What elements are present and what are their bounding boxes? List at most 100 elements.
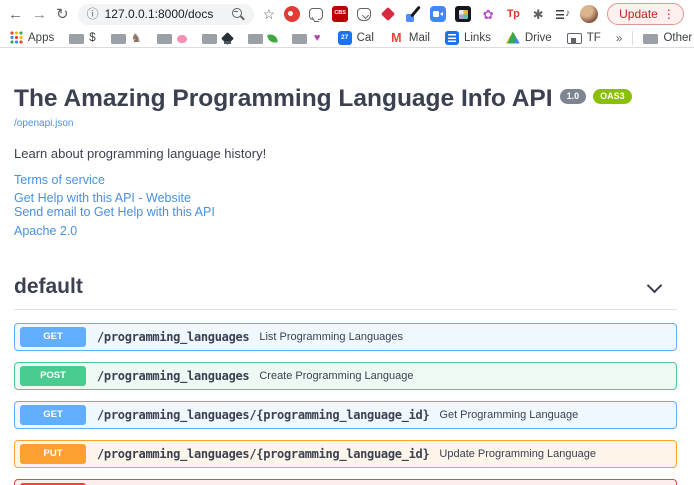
folder-icon — [248, 34, 263, 44]
bookmarks-items: Apps $27 Cal M Mail Links Drive TF — [10, 31, 601, 45]
endpoint-row[interactable]: GET/programming_languages/{programming_l… — [14, 401, 677, 429]
info-links: Terms of service Get Help with this API … — [14, 173, 677, 238]
tf-card-icon — [567, 33, 582, 44]
zoom-camera-extension-icon[interactable] — [430, 6, 446, 22]
endpoint-row[interactable]: DELETE/programming_languages/{programmin… — [14, 479, 677, 485]
oas3-badge: OAS3 — [593, 89, 632, 104]
contact-website-link[interactable]: Get Help with this API - Website — [14, 191, 677, 205]
bookmark-calendar[interactable]: 27 Cal — [338, 31, 374, 45]
red-circle-extension-icon[interactable] — [284, 6, 300, 22]
method-badge: POST — [20, 366, 86, 386]
endpoint-summary: Get Programming Language — [439, 409, 578, 421]
playlist-music-extension-icon[interactable]: ♪ — [555, 6, 571, 22]
purple-heart-emblem-icon — [312, 32, 323, 44]
links-list-icon — [445, 31, 459, 45]
endpoint-row[interactable]: PUT/programming_languages/{programming_l… — [14, 440, 677, 468]
bookmark-folder-brain[interactable] — [157, 32, 187, 44]
forward-arrow-icon[interactable]: → — [32, 7, 47, 22]
folder-icon — [157, 34, 172, 44]
swagger-content: The Amazing Programming Language Info AP… — [0, 48, 694, 485]
bookmark-label: $ — [89, 32, 95, 44]
tag-section-title: default — [14, 275, 83, 299]
folder-icon — [69, 34, 84, 44]
terms-of-service-link[interactable]: Terms of service — [14, 173, 677, 187]
bookmark-label: Drive — [525, 32, 552, 44]
bookmark-folder-purple-heart[interactable] — [292, 32, 323, 44]
grad-cap-emblem-icon — [222, 32, 233, 44]
calendar-icon: 27 — [338, 31, 352, 45]
method-badge: GET — [20, 327, 86, 347]
method-badge: GET — [20, 405, 86, 425]
extensions-row: CBS ✿ Tp ✱ ♪ — [284, 6, 571, 22]
bookmarks-bar: Apps $27 Cal M Mail Links Drive TF » Other Book… — [0, 28, 694, 48]
apps-grid-icon — [10, 31, 23, 44]
bookmark-label: Cal — [357, 32, 374, 44]
tag-section-header[interactable]: default — [14, 269, 677, 310]
gmail-m-icon: M — [389, 31, 404, 45]
api-description: Learn about programming language history… — [14, 146, 677, 161]
endpoint-row[interactable]: POST/programming_languagesCreate Program… — [14, 362, 677, 390]
method-badge: PUT — [20, 444, 86, 464]
eyedropper-extension-icon[interactable] — [405, 6, 421, 22]
bookmarks-right: » Other Bookmarks — [616, 31, 694, 45]
openapi-spec-link[interactable]: /openapi.json — [14, 118, 74, 129]
chevron-down-icon[interactable] — [643, 278, 667, 296]
contact-email-link[interactable]: Send email to Get Help with this API — [14, 205, 677, 219]
bookmark-links[interactable]: Links — [445, 31, 491, 45]
horse-emblem-icon — [131, 32, 142, 44]
bookmark-tf[interactable]: TF — [567, 32, 601, 44]
bookmark-folder-green-leaf[interactable] — [248, 32, 277, 44]
folder-icon — [643, 34, 658, 44]
bookmark-label: Mail — [409, 32, 430, 44]
version-badge: 1.0 — [560, 89, 587, 104]
back-arrow-icon[interactable]: ← — [8, 7, 23, 22]
bookmarks-divider — [632, 31, 633, 45]
endpoint-row[interactable]: GET/programming_languages List Programmin… — [14, 323, 677, 351]
pocket-extension-icon[interactable] — [357, 8, 371, 21]
address-bar[interactable]: ⓘ 127.0.0.1:8000/docs — [78, 4, 254, 25]
bookmark-apps[interactable]: Apps — [10, 31, 54, 44]
endpoint-summary: Update Programming Language — [439, 448, 596, 460]
speech-bubble-extension-icon[interactable] — [309, 8, 323, 20]
bookmark-folder-horse[interactable] — [111, 32, 142, 44]
dark-grid-extension-icon[interactable] — [455, 6, 471, 22]
update-label: Update — [619, 7, 658, 21]
bookmark-drive[interactable]: Drive — [506, 32, 552, 44]
other-bookmarks-label: Other Bookmarks — [663, 32, 694, 44]
page-title: The Amazing Programming Language Info AP… — [14, 86, 677, 113]
green-leaf-emblem-icon — [267, 33, 278, 44]
user-avatar[interactable] — [580, 5, 598, 23]
update-button[interactable]: Update ⋮ — [607, 3, 684, 25]
bookmark-folder-dollar[interactable]: $ — [69, 32, 95, 44]
drive-triangle-icon — [506, 32, 520, 44]
api-title-text: The Amazing Programming Language Info AP… — [14, 86, 553, 113]
endpoint-path: /programming_languages/{programming_lang… — [97, 447, 429, 461]
browser-toolbar: ← → ↻ ⓘ 127.0.0.1:8000/docs ☆ CBS ✿ Tp ✱ ♪ U… — [0, 0, 694, 28]
kebab-menu-icon[interactable]: ⋮ — [663, 8, 675, 20]
license-link[interactable]: Apache 2.0 — [14, 224, 677, 238]
folder-icon — [111, 34, 126, 44]
folder-icon — [292, 34, 307, 44]
endpoint-summary: List Programming Languages — [259, 331, 403, 343]
url-text[interactable]: 127.0.0.1:8000/docs — [105, 7, 226, 21]
bookmark-label: Apps — [28, 32, 54, 44]
endpoint-path: /programming_languages/{programming_lang… — [97, 408, 429, 422]
bookmark-label: Links — [464, 32, 491, 44]
endpoint-path: /programming_languages — [97, 330, 249, 344]
bookmark-folder-grad-cap[interactable] — [202, 32, 233, 44]
page-info-icon[interactable]: ⓘ — [87, 8, 99, 20]
tp-extension-icon[interactable]: Tp — [505, 6, 521, 22]
cbs-badge-extension-icon[interactable]: CBS — [332, 6, 348, 22]
purple-flower-extension-icon[interactable]: ✿ — [480, 6, 496, 22]
bookmark-mail[interactable]: M Mail — [389, 31, 430, 45]
bookmark-star-icon[interactable]: ☆ — [263, 7, 276, 21]
folder-icon — [202, 34, 217, 44]
red-diamond-extension-icon[interactable] — [380, 6, 396, 22]
endpoint-list: GET/programming_languages List Programmin… — [14, 323, 677, 485]
other-bookmarks-folder[interactable]: Other Bookmarks — [643, 32, 694, 44]
bookmarks-overflow-icon[interactable]: » — [616, 31, 623, 45]
bookmark-label: TF — [587, 32, 601, 44]
refresh-icon[interactable]: ↻ — [56, 7, 69, 22]
zoom-out-indicator-icon[interactable] — [232, 8, 245, 21]
puzzle-extension-icon[interactable]: ✱ — [530, 6, 546, 22]
